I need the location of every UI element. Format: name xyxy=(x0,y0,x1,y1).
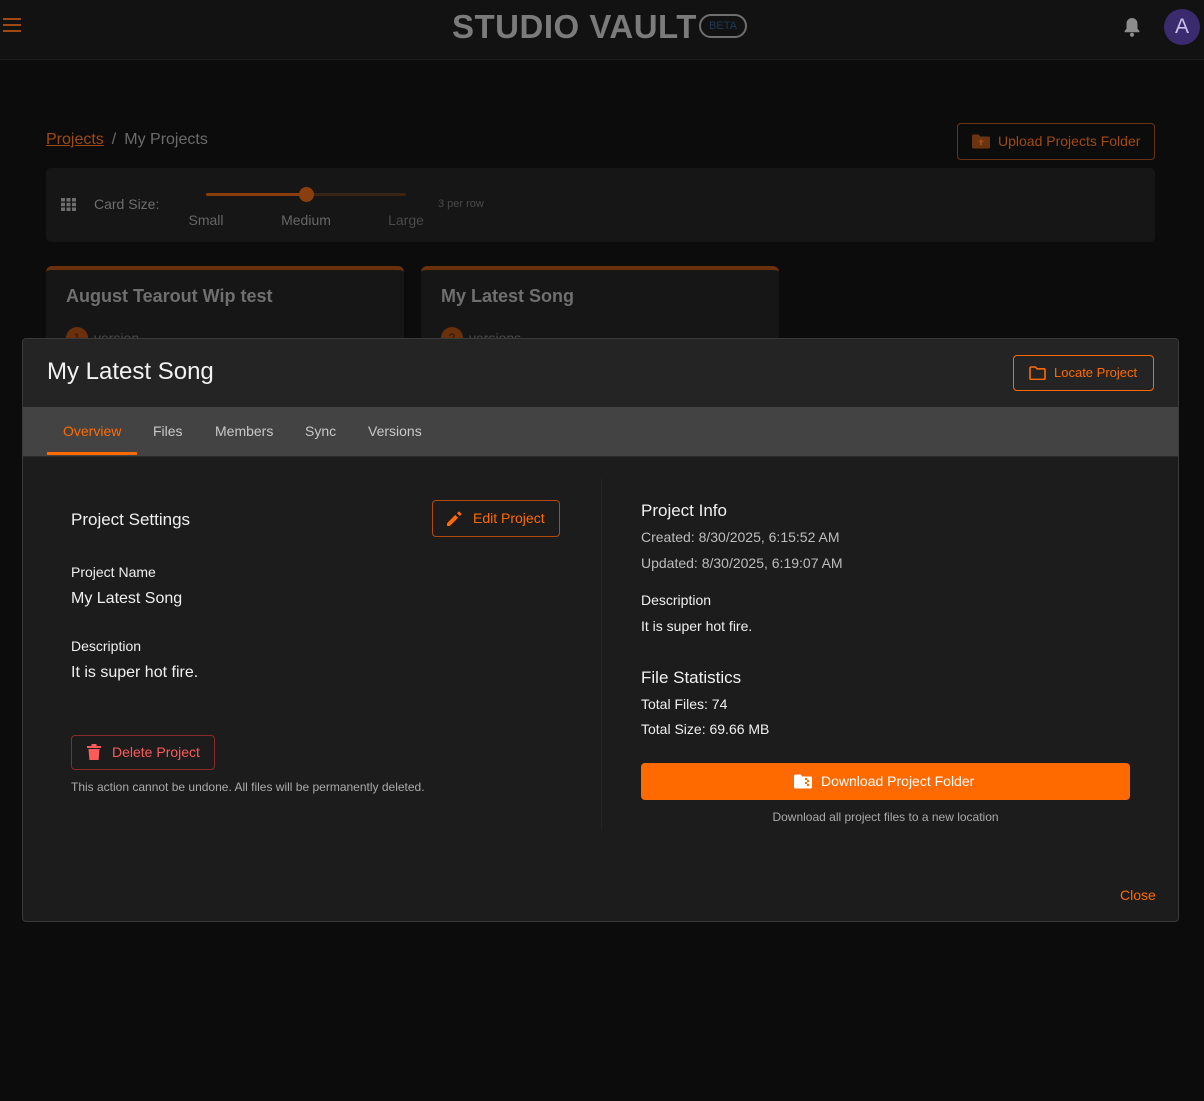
project-card-title: August Tearout Wip test xyxy=(66,286,273,306)
project-name-value: My Latest Song xyxy=(71,590,183,607)
delete-project-button[interactable]: Delete Project xyxy=(71,735,215,770)
card-size-toolbar: Card Size: Small Medium Large 3 per row xyxy=(46,168,1155,242)
file-statistics-heading: File Statistics xyxy=(641,668,742,687)
card-size-option-small[interactable]: Small xyxy=(188,212,223,228)
tab-members[interactable]: Members xyxy=(215,423,273,439)
tab-overview[interactable]: Overview xyxy=(63,423,121,439)
tab-sync[interactable]: Sync xyxy=(305,423,336,439)
card-size-slider-thumb[interactable] xyxy=(299,187,314,202)
dialog-header: My Latest Song Locate Project xyxy=(23,339,1178,407)
project-info-heading: Project Info xyxy=(641,501,727,520)
column-divider xyxy=(601,479,602,829)
tab-files[interactable]: Files xyxy=(153,423,183,439)
trash-icon xyxy=(87,744,101,760)
project-card-title: My Latest Song xyxy=(441,286,575,306)
edit-project-button[interactable]: Edit Project xyxy=(432,500,560,537)
dialog-tabs: Overview Files Members Sync Versions xyxy=(23,407,1178,457)
info-description-label: Description xyxy=(641,592,712,608)
delete-warning-text: This action cannot be undone. All files … xyxy=(71,780,425,794)
created-timestamp: Created: 8/30/2025, 6:15:52 AM xyxy=(641,529,840,545)
upload-projects-folder-label: Upload Projects Folder xyxy=(998,133,1141,149)
locate-project-label: Locate Project xyxy=(1054,365,1138,380)
info-description-value: It is super hot fire. xyxy=(641,618,753,634)
active-tab-indicator xyxy=(47,452,137,455)
folder-upload-icon xyxy=(972,134,990,149)
upload-projects-folder-button[interactable]: Upload Projects Folder xyxy=(957,123,1155,160)
app-bar: STUDIO VAULT BETA A xyxy=(0,0,1204,60)
menu-icon[interactable] xyxy=(3,18,21,34)
card-size-slider[interactable] xyxy=(206,186,406,204)
download-note: Download all project files to a new loca… xyxy=(772,810,999,824)
grid-view-icon xyxy=(61,198,76,211)
per-row-count: 3 per row xyxy=(438,198,484,210)
card-size-option-large[interactable]: Large xyxy=(388,212,424,228)
total-size: Total Size: 69.66 MB xyxy=(641,721,770,737)
locate-project-button[interactable]: Locate Project xyxy=(1013,355,1154,391)
close-button[interactable]: Close xyxy=(1120,887,1156,903)
dialog-title: My Latest Song xyxy=(47,358,214,385)
card-size-label: Card Size: xyxy=(94,196,160,212)
project-details-dialog: My Latest Song Locate Project Overview F… xyxy=(22,338,1179,922)
project-settings-heading: Project Settings xyxy=(71,510,191,529)
download-project-folder-button[interactable]: Download Project Folder xyxy=(641,763,1130,800)
folder-zip-icon xyxy=(794,774,812,789)
description-value: It is super hot fire. xyxy=(71,664,199,681)
breadcrumb: Projects / My Projects xyxy=(46,131,208,149)
project-name-label: Project Name xyxy=(71,564,156,580)
description-label: Description xyxy=(71,638,142,654)
project-settings-panel: Project Settings Edit Project Project Na… xyxy=(23,457,601,827)
breadcrumb-projects-link[interactable]: Projects xyxy=(46,131,104,148)
beta-badge: BETA xyxy=(699,14,747,38)
breadcrumb-separator: / xyxy=(111,131,117,148)
card-size-option-medium[interactable]: Medium xyxy=(281,212,331,228)
card-size-slider-fill xyxy=(206,193,306,196)
notification-bell-icon[interactable] xyxy=(1122,16,1142,38)
delete-project-label: Delete Project xyxy=(112,744,200,760)
project-info-panel: Project Info Created: 8/30/2025, 6:15:52… xyxy=(641,457,1151,837)
breadcrumb-current: My Projects xyxy=(124,131,208,148)
folder-icon xyxy=(1029,366,1046,380)
pencil-icon xyxy=(447,511,462,526)
app-title: STUDIO VAULT xyxy=(452,8,697,45)
total-files: Total Files: 74 xyxy=(641,696,728,712)
download-project-folder-label: Download Project Folder xyxy=(821,773,975,789)
updated-timestamp: Updated: 8/30/2025, 6:19:07 AM xyxy=(641,555,843,571)
avatar[interactable]: A xyxy=(1164,9,1200,45)
tab-versions[interactable]: Versions xyxy=(368,423,422,439)
edit-project-label: Edit Project xyxy=(473,510,545,526)
